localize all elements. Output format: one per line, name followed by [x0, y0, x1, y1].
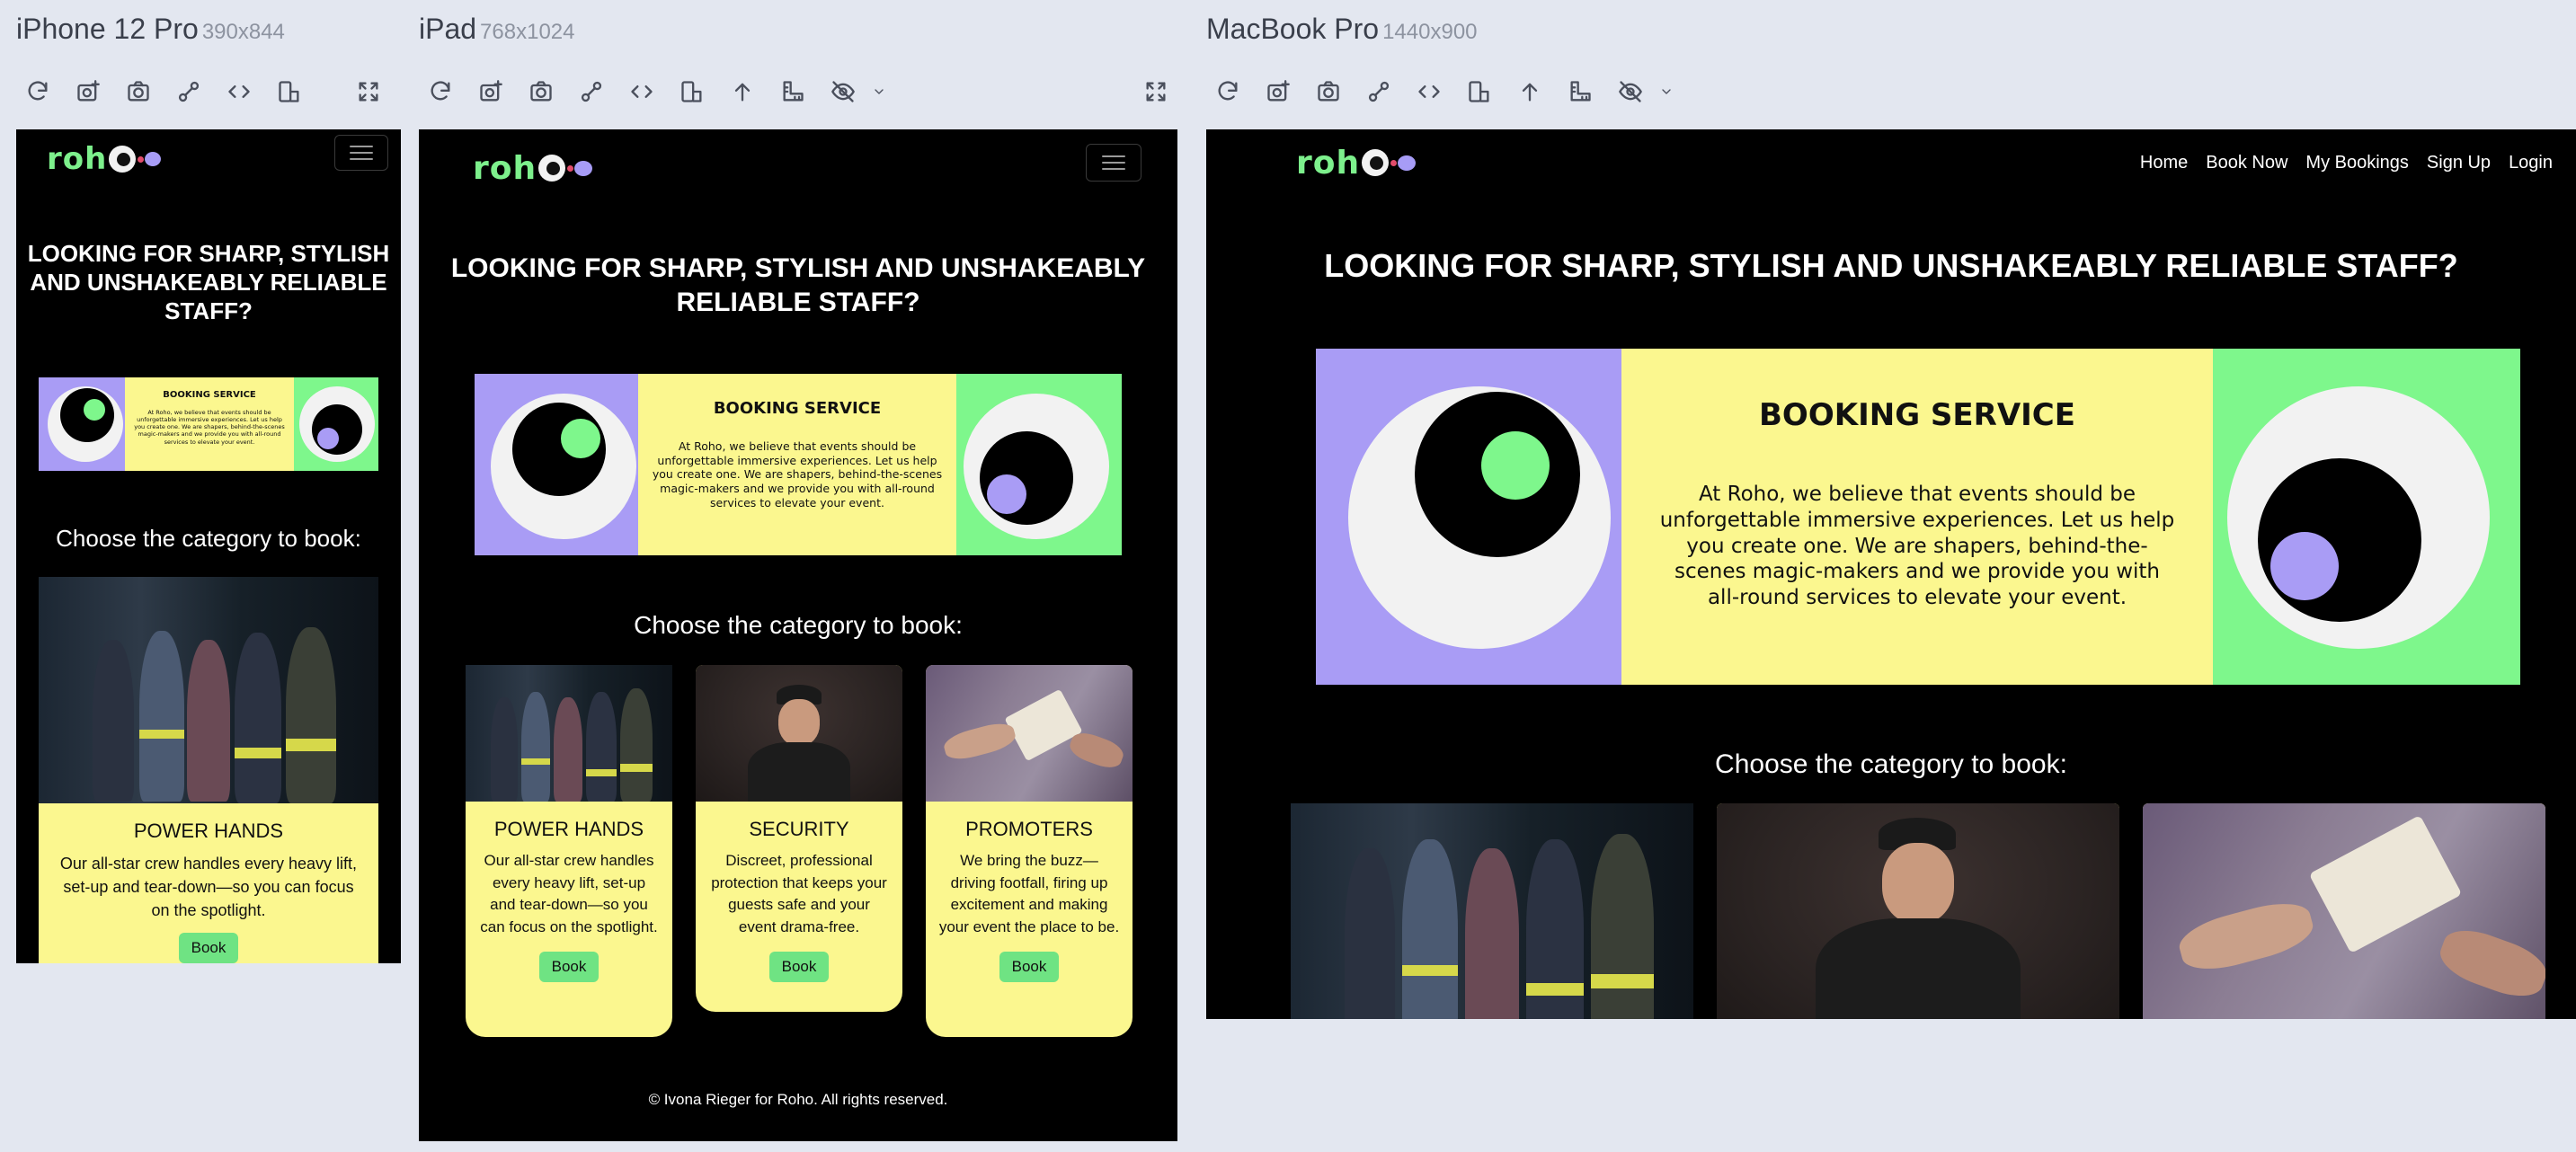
screenshot-icon[interactable] — [466, 74, 516, 110]
link-icon[interactable] — [1354, 74, 1404, 110]
book-button[interactable]: Book — [178, 933, 239, 963]
choose-category-heading: Choose the category to book: — [56, 525, 361, 552]
camera-icon[interactable] — [516, 74, 566, 110]
camera-icon[interactable] — [1303, 74, 1354, 110]
card-security — [1717, 803, 2119, 1019]
ipad-preview: roh LOOKING FOR SHARP, STYLISH AND UNSHA… — [419, 129, 1177, 1141]
security-photo — [696, 665, 902, 802]
card-title: SECURITY — [749, 818, 849, 840]
iphone-preview: roh LOOKING FOR SHARP, STYLISH AND UNSHA… — [16, 129, 401, 963]
card-description: Discreet, professional protection that k… — [711, 852, 887, 935]
screenshot-icon[interactable] — [1253, 74, 1303, 110]
nav-sign-up[interactable]: Sign Up — [2427, 153, 2491, 173]
ruler-icon[interactable] — [768, 74, 818, 110]
logo[interactable]: roh — [1296, 140, 1417, 185]
banner-text: At Roho, we believe that events should b… — [652, 439, 943, 510]
power-hands-photo — [39, 577, 378, 803]
booking-banner: BOOKING SERVICE At Roho, we believe that… — [39, 377, 378, 471]
card-power-hands — [1291, 803, 1693, 1019]
macbook-preview: roh Home Book Now My Bookings Sign Up Lo… — [1206, 129, 2576, 1019]
fullscreen-icon[interactable] — [1131, 74, 1181, 110]
menu-toggle-button[interactable] — [1086, 144, 1141, 182]
power-hands-photo — [1291, 803, 1693, 1019]
iphone-toolbar — [13, 74, 315, 110]
choose-category-heading: Choose the category to book: — [1715, 749, 2067, 779]
hide-icon[interactable] — [818, 74, 868, 110]
code-icon[interactable] — [617, 74, 667, 110]
footer-copyright: © Ivona Rieger for Roho. All rights rese… — [648, 1091, 948, 1108]
screenshot-icon[interactable] — [63, 74, 113, 110]
chevron-down-icon[interactable] — [1656, 74, 1677, 110]
page-headline: LOOKING FOR SHARP, STYLISH AND UNSHAKEAB… — [450, 253, 1146, 317]
nav-login[interactable]: Login — [2509, 153, 2553, 173]
camera-icon[interactable] — [113, 74, 164, 110]
device-label-iphone: iPhone 12 Pro 390x844 — [16, 13, 285, 45]
device-label-ipad: iPad 768x1024 — [419, 13, 575, 45]
code-icon[interactable] — [1404, 74, 1454, 110]
card-title: POWER HANDS — [133, 820, 284, 842]
nav-book-now[interactable]: Book Now — [2206, 153, 2287, 173]
scroll-up-icon[interactable] — [717, 74, 768, 110]
link-icon[interactable] — [164, 74, 214, 110]
page-headline: LOOKING FOR SHARP, STYLISH AND UNSHAKEAB… — [27, 240, 390, 324]
banner-text: At Roho, we believe that events should b… — [134, 409, 285, 446]
nav-my-bookings[interactable]: My Bookings — [2305, 153, 2409, 173]
banner-text: At Roho, we believe that events should b… — [1659, 483, 2175, 609]
hide-icon[interactable] — [1605, 74, 1656, 110]
book-button[interactable]: Book — [538, 951, 600, 982]
logo[interactable]: roh — [473, 147, 593, 189]
card-description: Our all-star crew handles every heavy li… — [480, 852, 658, 935]
device-label-macbook: MacBook Pro 1440x900 — [1206, 13, 1478, 45]
book-button[interactable]: Book — [999, 951, 1060, 982]
card-promoters: PROMOTERS We bring the buzz—driving foot… — [926, 665, 1133, 1037]
rotate-icon[interactable] — [1454, 74, 1505, 110]
card-title: POWER HANDS — [493, 818, 644, 840]
choose-category-heading: Choose the category to book: — [634, 611, 963, 639]
chevron-down-icon[interactable] — [868, 74, 890, 110]
scroll-up-icon[interactable] — [1505, 74, 1555, 110]
promoters-photo — [926, 665, 1133, 802]
refresh-icon[interactable] — [1203, 74, 1253, 110]
power-hands-photo — [466, 665, 672, 802]
macbook-toolbar — [1203, 74, 1677, 110]
card-description: We bring the buzz—driving footfall, firi… — [938, 852, 1120, 935]
card-title: PROMOTERS — [965, 818, 1093, 840]
rotate-icon[interactable] — [667, 74, 717, 110]
card-power-hands: POWER HANDS Our all-star crew handles ev… — [466, 665, 672, 1037]
booking-banner: BOOKING SERVICE At Roho, we believe that… — [475, 374, 1122, 555]
refresh-icon[interactable] — [415, 74, 466, 110]
refresh-icon[interactable] — [13, 74, 63, 110]
logo[interactable]: roh — [47, 138, 162, 180]
security-photo — [1717, 803, 2119, 1019]
promoters-photo — [2143, 803, 2545, 1019]
main-nav: Home Book Now My Bookings Sign Up Login — [2140, 153, 2553, 173]
nav-home[interactable]: Home — [2140, 153, 2188, 173]
banner-title: BOOKING SERVICE — [1759, 397, 2075, 433]
ipad-toolbar — [415, 74, 890, 110]
banner-title: BOOKING SERVICE — [713, 399, 882, 418]
card-promoters — [2143, 803, 2545, 1019]
ruler-icon[interactable] — [1555, 74, 1605, 110]
banner-title: BOOKING SERVICE — [163, 390, 256, 400]
booking-banner: BOOKING SERVICE At Roho, we believe that… — [1316, 349, 2520, 685]
fullscreen-icon[interactable] — [343, 74, 394, 110]
code-icon[interactable] — [214, 74, 264, 110]
card-description: Our all-star crew handles every heavy li… — [59, 855, 358, 920]
card-security: SECURITY Discreet, professional protecti… — [696, 665, 902, 1012]
card-power-hands: POWER HANDS Our all-star crew handles ev… — [39, 577, 378, 963]
rotate-icon[interactable] — [264, 74, 315, 110]
link-icon[interactable] — [566, 74, 617, 110]
page-headline: LOOKING FOR SHARP, STYLISH AND UNSHAKEAB… — [1324, 247, 2458, 284]
menu-toggle-button[interactable] — [334, 135, 388, 171]
book-button[interactable]: Book — [768, 951, 830, 982]
